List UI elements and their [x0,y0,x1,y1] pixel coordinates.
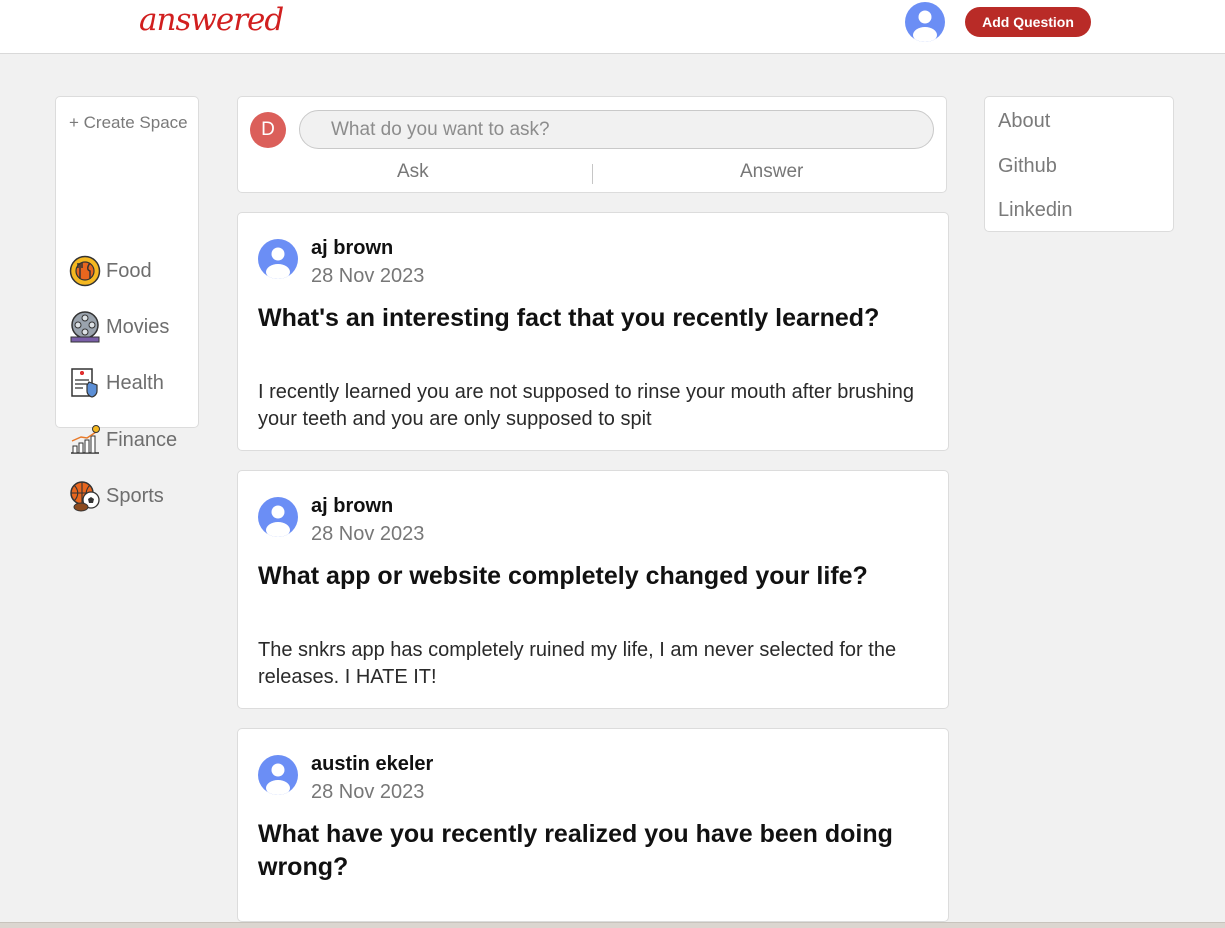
film-reel-icon [68,310,102,344]
taskbar-edge [0,922,1225,928]
tab-ask[interactable]: Ask [397,161,429,183]
post-author[interactable]: aj brown [311,237,393,260]
health-record-icon [68,366,102,400]
user-avatar-icon[interactable] [258,497,298,537]
question-card: austin ekeler 28 Nov 2023 What have you … [237,728,949,922]
sidebar-item-movies[interactable]: Movies [68,310,169,344]
sports-balls-icon [68,479,102,513]
sidebar-item-label: Sports [106,484,164,507]
post-question[interactable]: What have you recently realized you have… [258,818,928,884]
sidebar-item-finance[interactable]: Finance [68,423,177,457]
post-date: 28 Nov 2023 [311,781,425,803]
post-question[interactable]: What's an interesting fact that you rece… [258,302,928,335]
question-card: aj brown 28 Nov 2023 What app or website… [237,470,949,709]
brand-logo[interactable]: answered [139,2,284,38]
post-date: 28 Nov 2023 [311,265,425,287]
sidebar-item-label: Health [106,371,164,394]
sidebar-item-food[interactable]: Food [68,254,152,288]
user-avatar-icon[interactable] [905,2,945,42]
top-header: answered Add Question [0,0,1225,54]
finance-chart-icon [68,423,102,457]
linkedin-link[interactable]: Linkedin [998,199,1073,222]
add-question-button[interactable]: Add Question [965,7,1091,37]
ask-question-box: D Ask Answer [237,96,947,193]
tab-divider [592,164,593,184]
sidebar-item-label: Food [106,259,152,282]
about-link[interactable]: About [998,110,1050,133]
avatar[interactable]: D [250,112,286,148]
post-answer: The snkrs app has completely ruined my l… [258,639,897,688]
post-author[interactable]: austin ekeler [311,753,433,776]
user-avatar-icon[interactable] [258,239,298,279]
post-question[interactable]: What app or website completely changed y… [258,560,928,593]
sidebar-item-label: Movies [106,315,170,338]
post-date: 28 Nov 2023 [311,523,425,545]
user-avatar-icon[interactable] [258,755,298,795]
create-space-button[interactable]: + Create Space [69,113,188,133]
sidebar-item-sports[interactable]: Sports [68,479,164,513]
tab-answer[interactable]: Answer [740,161,803,183]
post-author[interactable]: aj brown [311,495,393,518]
links-panel: About Github Linkedin [984,96,1174,232]
github-link[interactable]: Github [998,155,1057,178]
sidebar-item-label: Finance [106,428,178,451]
question-card: aj brown 28 Nov 2023 What's an interesti… [237,212,949,451]
post-answer: I recently learned you are not supposed … [258,381,914,430]
spaces-sidebar: + Create Space Food Movies Health Financ… [55,96,199,512]
question-input[interactable] [299,110,934,149]
food-icon [68,254,102,288]
sidebar-item-health[interactable]: Health [68,366,164,400]
